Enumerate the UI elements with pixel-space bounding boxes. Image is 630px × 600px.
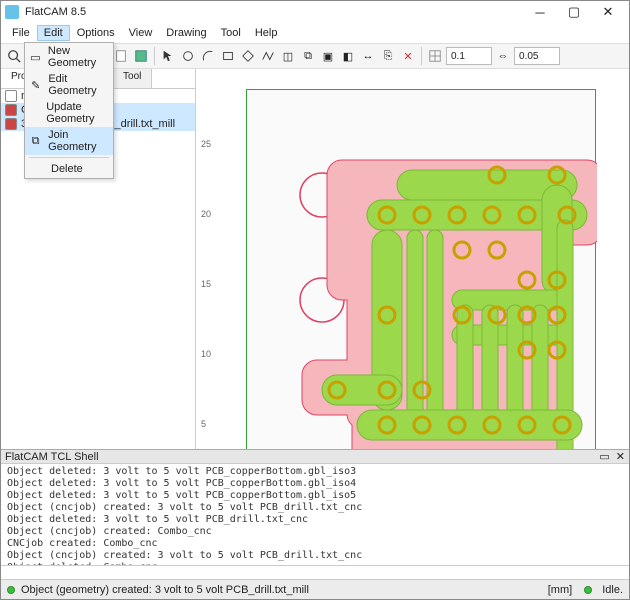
shell-title: FlatCAM TCL Shell [5, 451, 99, 463]
zoom-fit-button[interactable] [5, 47, 23, 65]
close-button[interactable]: ✕ [591, 1, 625, 23]
status-indicator-icon [7, 586, 15, 594]
tab-tool[interactable]: Tool [113, 69, 152, 88]
shell-output[interactable]: Object deleted: 3 volt to 5 volt PCB_cop… [1, 464, 629, 565]
grid-x-input[interactable] [446, 47, 492, 65]
status-state: Idle. [602, 584, 623, 596]
menu-edit[interactable]: Edit [37, 25, 70, 41]
menu-item-new-geometry[interactable]: ▭ New Geometry [25, 43, 113, 71]
menu-bar: File Edit Options View Drawing Tool Help [1, 23, 629, 43]
app-icon [5, 5, 19, 19]
menu-drawing[interactable]: Drawing [159, 25, 213, 41]
union-tool[interactable]: ◫ [279, 47, 297, 65]
menu-item-update-geometry[interactable]: Update Geometry [25, 99, 113, 127]
circle-tool[interactable] [179, 47, 197, 65]
status-bar: Object (geometry) created: 3 volt to 5 v… [1, 579, 629, 599]
grid-link-toggle[interactable]: ⇔ [494, 47, 512, 65]
path-tool[interactable] [259, 47, 277, 65]
refresh-icon [29, 106, 40, 120]
menu-help[interactable]: Help [248, 25, 285, 41]
subtract-tool[interactable]: ▣ [319, 47, 337, 65]
menu-tool[interactable]: Tool [214, 25, 248, 41]
menu-item-edit-geometry[interactable]: ✎ Edit Geometry [25, 71, 113, 99]
layer-icon [5, 90, 17, 102]
menu-options[interactable]: Options [70, 25, 122, 41]
move-tool[interactable]: ↔ [359, 47, 377, 65]
layer-icon [5, 104, 17, 116]
layer-icon [5, 118, 17, 130]
shell-input[interactable] [1, 565, 629, 579]
shell-close-button[interactable]: ✕ [616, 450, 625, 463]
status-message: Object (geometry) created: 3 volt to 5 v… [21, 584, 309, 596]
arc-tool[interactable] [199, 47, 217, 65]
intersect-tool[interactable]: ⧉ [299, 47, 317, 65]
document-icon: ▭ [29, 50, 42, 64]
status-idle-icon [584, 586, 592, 594]
trash-icon [29, 162, 45, 176]
shell-undock-button[interactable]: ▭ [599, 450, 609, 463]
pencil-icon: ✎ [29, 78, 42, 92]
pcb-outline [246, 89, 596, 449]
delete-tool[interactable]: ✕ [399, 47, 417, 65]
minimize-button[interactable]: ─ [523, 1, 557, 23]
maximize-button[interactable]: ▢ [557, 1, 591, 23]
join-icon: ⧉ [29, 134, 42, 148]
copy-tool[interactable]: ⎘ [379, 47, 397, 65]
drawing-canvas[interactable]: 0 5 10 15 20 25 0 5 10 15 20 25 [196, 69, 629, 449]
open-project-button[interactable] [112, 47, 130, 65]
rectangle-tool[interactable] [219, 47, 237, 65]
menu-item-delete[interactable]: Delete [25, 160, 113, 178]
window-title: FlatCAM 8.5 [25, 6, 86, 18]
save-project-button[interactable] [132, 47, 150, 65]
menu-view[interactable]: View [122, 25, 160, 41]
menu-item-join-geometry[interactable]: ⧉ Join Geometry [25, 127, 113, 155]
menu-file[interactable]: File [5, 25, 37, 41]
grid-y-input[interactable] [514, 47, 560, 65]
grid-toggle[interactable] [426, 47, 444, 65]
cut-tool[interactable]: ◧ [339, 47, 357, 65]
tcl-shell: FlatCAM TCL Shell ▭ ✕ Object deleted: 3 … [1, 449, 629, 579]
polygon-tool[interactable] [239, 47, 257, 65]
select-tool[interactable] [159, 47, 177, 65]
title-bar: FlatCAM 8.5 ─ ▢ ✕ [1, 1, 629, 23]
edit-menu-dropdown: ▭ New Geometry ✎ Edit Geometry Update Ge… [24, 42, 114, 179]
status-units: [mm] [548, 584, 572, 596]
